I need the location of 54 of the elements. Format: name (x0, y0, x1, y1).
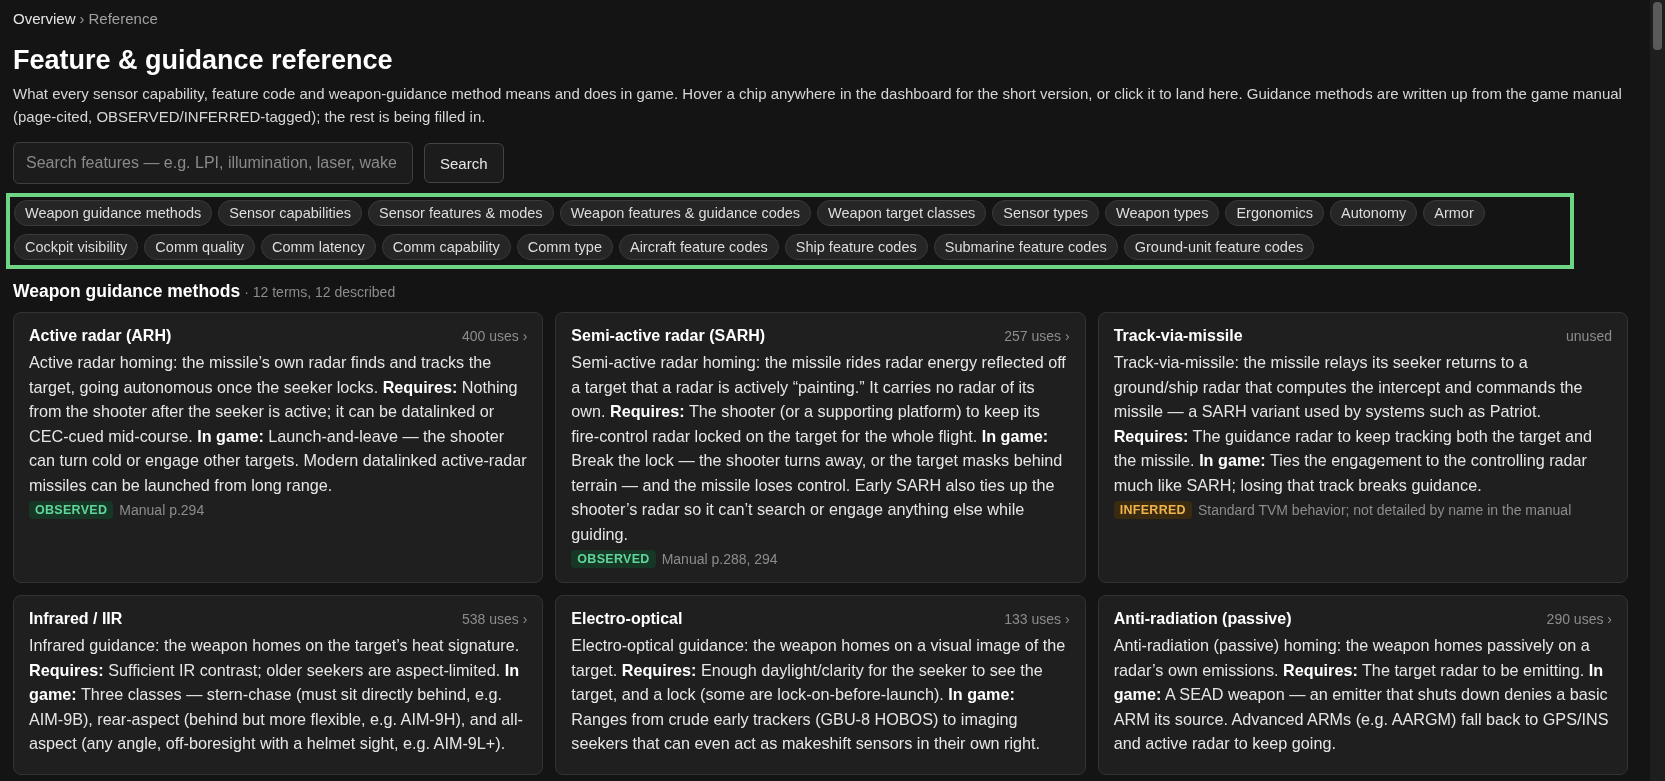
term-title: Track-via-missile (1113, 327, 1243, 345)
category-chip[interactable]: Sensor capabilities (218, 200, 362, 226)
uses-link[interactable]: 133 uses › (1004, 611, 1070, 627)
category-chip[interactable]: Cockpit visibility (14, 234, 139, 260)
evidence-tag: OBSERVED (571, 550, 656, 568)
section-title: Weapon guidance methods (13, 281, 241, 302)
term-title: Electro-optical (571, 610, 683, 628)
uses-link[interactable]: unused (1566, 328, 1612, 344)
breadcrumb-link[interactable]: Overview (13, 10, 76, 27)
term-title: Infrared / IIR (29, 610, 123, 628)
category-chip[interactable]: Comm type (516, 234, 613, 260)
evidence-tag: OBSERVED (29, 501, 114, 519)
category-chip[interactable]: Weapon types (1105, 200, 1220, 226)
term-description: Semi-active radar homing: the missile rides radar energy reflected off a target that a radar is actively “painting.” It carries no radar of its own. Requires: The shooter (or a supporting platform) to keep its fire-control radar locked on the target for the whole flight. In game: Break the lock — the shooter turns away, or the target masks behind terrain — and the missile loses control. Early SARH also ties up the shooter’s radar so it can’t search or engage anything else while guiding. (571, 352, 1067, 545)
category-chip[interactable]: Autonomy (1330, 200, 1418, 226)
category-chip[interactable]: Submarine feature codes (933, 234, 1118, 260)
source-note: Manual p.288, 294 (661, 551, 778, 567)
section-meta: · 12 terms, 12 described (244, 284, 396, 300)
search-field[interactable]: Search features — e.g. LPI, illumination, laser, wake (13, 142, 413, 184)
breadcrumb-current: Reference (88, 10, 158, 27)
category-chip[interactable]: Armor (1423, 200, 1485, 226)
term-title: Anti-radiation (passive) (1113, 610, 1292, 628)
category-chip[interactable]: Comm quality (144, 234, 255, 260)
category-chip[interactable]: Aircraft feature codes (618, 234, 779, 260)
source-note: Manual p.294 (119, 502, 205, 518)
category-chip[interactable]: Comm capability (381, 234, 511, 260)
category-chip[interactable]: Weapon features & guidance codes (559, 200, 812, 226)
term-description: Active radar homing: the missile’s own radar finds and tracks the target, going autonomous once the seeker locks. Requires: Nothing from the shooter after the seeker is active; it can be datalinked or CEC-cued mid-course. In game: Launch-and-leave — the shooter can turn cold or engage other targets. Modern datalinked active-radar missiles can be launched from long range. (29, 352, 528, 496)
scrollbar[interactable] (1650, 0, 1665, 781)
category-chip[interactable]: Ship feature codes (784, 234, 928, 260)
scrollbar-thumb[interactable] (1653, 2, 1662, 50)
term-title: Semi-active radar (SARH) (571, 327, 766, 345)
category-chip[interactable]: Ergonomics (1225, 200, 1324, 226)
evidence-tag: INFERRED (1113, 501, 1192, 519)
breadcrumb-separator: › (79, 10, 85, 27)
category-chip[interactable]: Ground-unit feature codes (1123, 234, 1315, 260)
term-description: Track-via-missile: the missile relays its seeker returns to a ground/ship radar that computes the intercept and commands the missile — a SARH variant used by systems such as Patriot. Requires: The guidance radar to keep tracking both the target and the missile. In game: Ties the engagement to the controlling radar much like SARH; losing that track breaks guidance. (1113, 352, 1594, 496)
page-title: Feature & guidance reference (13, 45, 394, 76)
source-note: Standard TVM behavior; not detailed by name in the manual (1197, 502, 1572, 518)
intro-text: What every sensor capability, feature code and weapon-guidance method means and does in game. Hover a chip anywhere in the dashboard for the short version, or click it to land here. Guidance methods are written up from the game manual (page-cited, OBSERVED/INFERRED-tagged); the rest is being filled in. (13, 84, 1623, 127)
search-button[interactable]: Search (424, 143, 504, 183)
category-chip[interactable]: Weapon target classes (817, 200, 987, 226)
category-chip[interactable]: Weapon guidance methods (14, 200, 213, 226)
term-description: Anti-radiation (passive) homing: the weapon homes passively on a radar’s own emissions. Requires: The target radar to be emitting. In game: A SEAD weapon — an emitter that shuts down denies a basic ARM its source. Advanced ARMs (e.g. AARGM) fall back to GPS/INS and active radar to keep going. (1113, 635, 1610, 754)
category-chip[interactable]: Comm latency (261, 234, 376, 260)
category-chip[interactable]: Sensor types (992, 200, 1099, 226)
term-description: Infrared guidance: the weapon homes on the target’s heat signature. Requires: Sufficient IR contrast; older seekers are aspect-limited. In game: Three classes — stern-chase (must sit directly behind, e.g. AIM-9B), rear-aspect (behind but more flexible, e.g. AIM-9H), and all-aspect (any angle, off-boresight with a helmet sight, e.g. AIM-9L+). (29, 635, 524, 754)
uses-link[interactable]: 400 uses › (461, 328, 528, 344)
category-chip[interactable]: Sensor features & modes (368, 200, 554, 226)
term-description: Electro-optical guidance: the weapon homes on a visual image of the target. Requires: Enough daylight/clarity for the seeker to see the target, and a lock (some are lock-on-before-launch). In game: Ranges from crude early trackers (GBU-8 HOBOS) to imaging seekers that can even act as makeshift sensors in their own right. (571, 635, 1067, 754)
uses-link[interactable]: 538 uses › (461, 611, 528, 627)
term-title: Active radar (ARH) (29, 327, 172, 345)
uses-link[interactable]: 290 uses › (1546, 611, 1612, 627)
uses-link[interactable]: 257 uses › (1004, 328, 1070, 344)
